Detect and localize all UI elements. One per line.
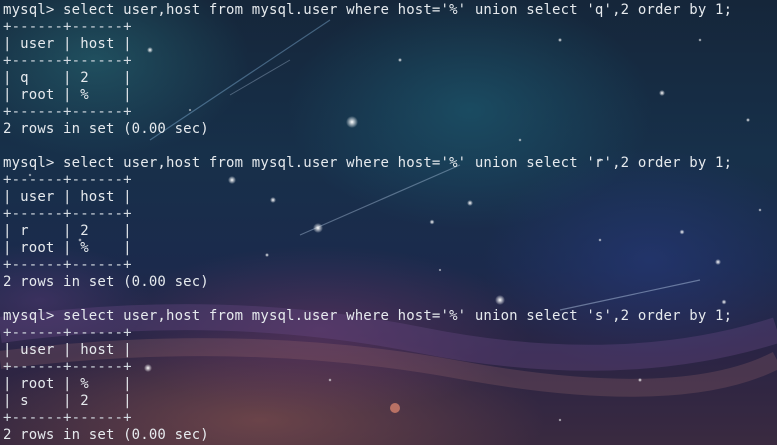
table-header: | user | host | — [3, 36, 132, 52]
command-line: mysql> select user,host from mysql.user … — [3, 2, 733, 18]
result-summary: 2 rows in set (0.00 sec) — [3, 121, 209, 137]
table-border: +------+------+ — [3, 325, 132, 341]
command-line: mysql> select user,host from mysql.user … — [3, 155, 733, 171]
table-header: | user | host | — [3, 189, 132, 205]
table-row: | r | 2 | — [3, 223, 132, 239]
table-row: | s | 2 | — [3, 393, 132, 409]
table-border: +------+------+ — [3, 19, 132, 35]
table-border: +------+------+ — [3, 172, 132, 188]
table-row: | q | 2 | — [3, 70, 132, 86]
result-summary: 2 rows in set (0.00 sec) — [3, 274, 209, 290]
table-border: +------+------+ — [3, 206, 132, 222]
table-border: +------+------+ — [3, 359, 132, 375]
command-line: mysql> select user,host from mysql.user … — [3, 308, 733, 324]
table-border: +------+------+ — [3, 410, 132, 426]
table-row: | root | % | — [3, 87, 132, 103]
result-summary: 2 rows in set (0.00 sec) — [3, 427, 209, 443]
table-row: | root | % | — [3, 240, 132, 256]
terminal-window[interactable]: mysql> select user,host from mysql.user … — [0, 0, 777, 445]
table-row: | root | % | — [3, 376, 132, 392]
table-border: +------+------+ — [3, 53, 132, 69]
table-border: +------+------+ — [3, 257, 132, 273]
table-header: | user | host | — [3, 342, 132, 358]
table-border: +------+------+ — [3, 104, 132, 120]
